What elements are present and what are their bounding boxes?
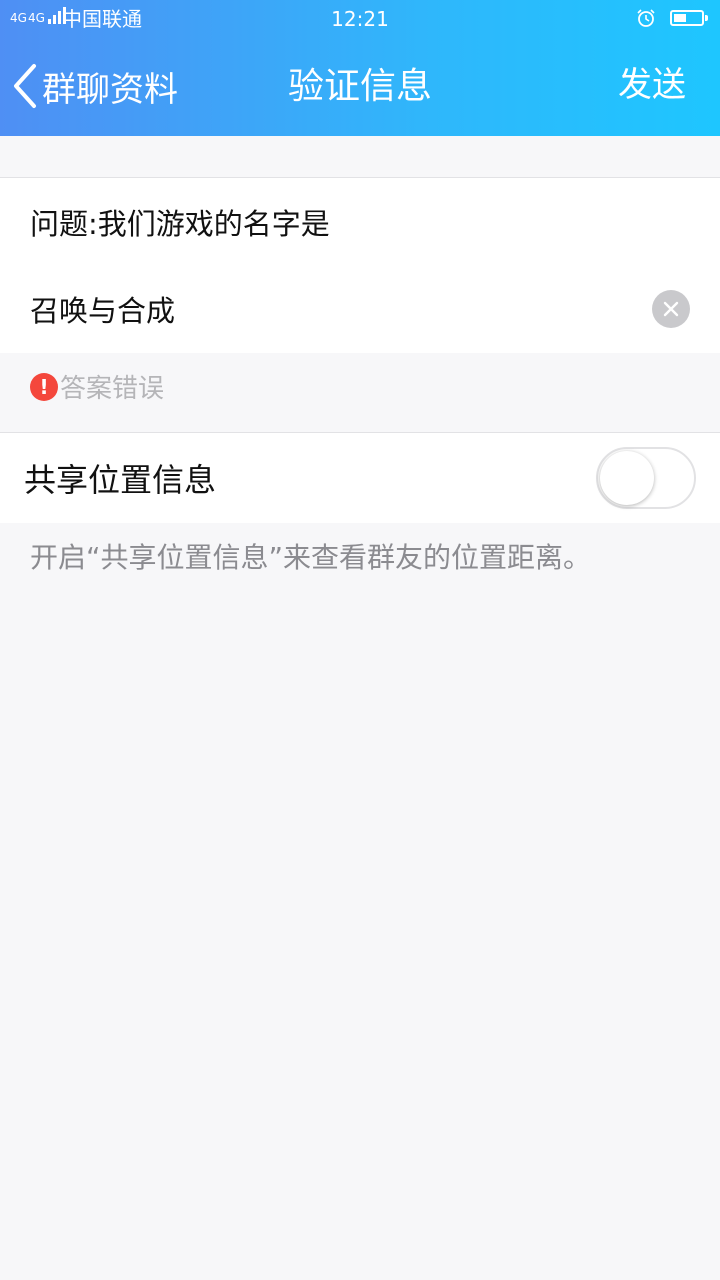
status-bar: 4G 4G 中国联通 12:21 [0, 0, 720, 40]
error-text: 答案错误 [60, 374, 165, 404]
error-icon: ! [30, 372, 58, 401]
error-message: ! 答案错误 [30, 368, 164, 405]
page-title: 验证信息 [287, 66, 432, 107]
answer-row[interactable]: 召唤与合成 [0, 265, 720, 353]
clock: 12:21 [331, 7, 389, 31]
clear-answer-button[interactable] [652, 290, 690, 328]
share-location-label: 共享位置信息 [24, 461, 217, 499]
question-text: 问题:我们游戏的名字是 [30, 206, 330, 241]
close-icon [663, 301, 679, 317]
alarm-icon [637, 9, 655, 27]
battery-level [674, 14, 686, 22]
toggle-knob [600, 451, 654, 505]
battery-icon [670, 10, 708, 26]
header-bar: 4G 4G 中国联通 12:21 群聊资料 验证信息 发送 [0, 0, 720, 136]
share-location-toggle[interactable] [596, 447, 696, 509]
share-location-row: 共享位置信息 [0, 432, 720, 523]
answer-input[interactable]: 召唤与合成 [30, 265, 175, 353]
send-button[interactable]: 发送 [618, 60, 686, 110]
question-row: 问题:我们游戏的名字是 [0, 177, 720, 266]
share-location-hint: 开启“共享位置信息”来查看群友的位置距离。 [30, 541, 592, 574]
